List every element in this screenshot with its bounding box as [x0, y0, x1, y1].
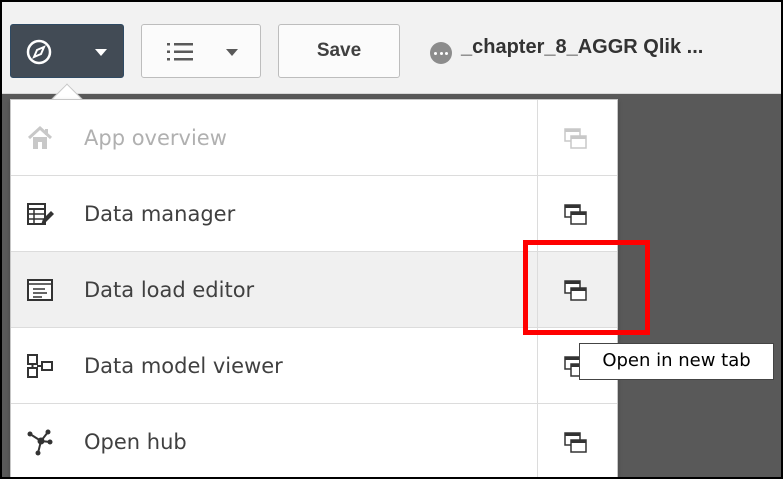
menu-item-label: Data manager: [84, 202, 236, 226]
menu-item-app-overview[interactable]: App overview: [11, 100, 617, 176]
menu-item-label: App overview: [84, 126, 227, 150]
menu-item-label: Data load editor: [84, 278, 255, 302]
chevron-down-icon: [95, 49, 107, 56]
data-manager-icon: [27, 203, 54, 225]
list-icon: [167, 43, 193, 61]
home-icon: [27, 125, 53, 149]
open-new-tab-icon[interactable]: [563, 202, 589, 228]
menu-item-data-model-viewer[interactable]: Data model viewer: [11, 328, 617, 404]
tooltip: Open in new tab: [579, 343, 774, 380]
save-button[interactable]: Save: [278, 24, 400, 78]
app-window: Save _chapter_8_AGGR Qlik ... App overvi…: [0, 0, 783, 479]
menu-item-label: Data model viewer: [84, 354, 283, 378]
menu-item-open-hub[interactable]: Open hub: [11, 404, 617, 477]
app-icon: [430, 42, 452, 64]
chevron-down-icon: [226, 49, 238, 56]
compass-icon: [26, 39, 52, 65]
sheet-list-button[interactable]: [141, 24, 261, 78]
navigation-menu-button[interactable]: [10, 24, 124, 78]
data-model-icon: [27, 354, 53, 378]
open-new-tab-icon: [564, 128, 587, 149]
app-title: _chapter_8_AGGR Qlik ...: [461, 36, 704, 58]
open-new-tab-icon[interactable]: [563, 430, 589, 456]
toolbar: Save _chapter_8_AGGR Qlik ...: [2, 2, 781, 94]
highlight-box: [523, 240, 650, 335]
menu-item-label: Open hub: [84, 430, 187, 454]
data-load-editor-icon: [27, 279, 53, 301]
hub-icon: [27, 429, 53, 456]
